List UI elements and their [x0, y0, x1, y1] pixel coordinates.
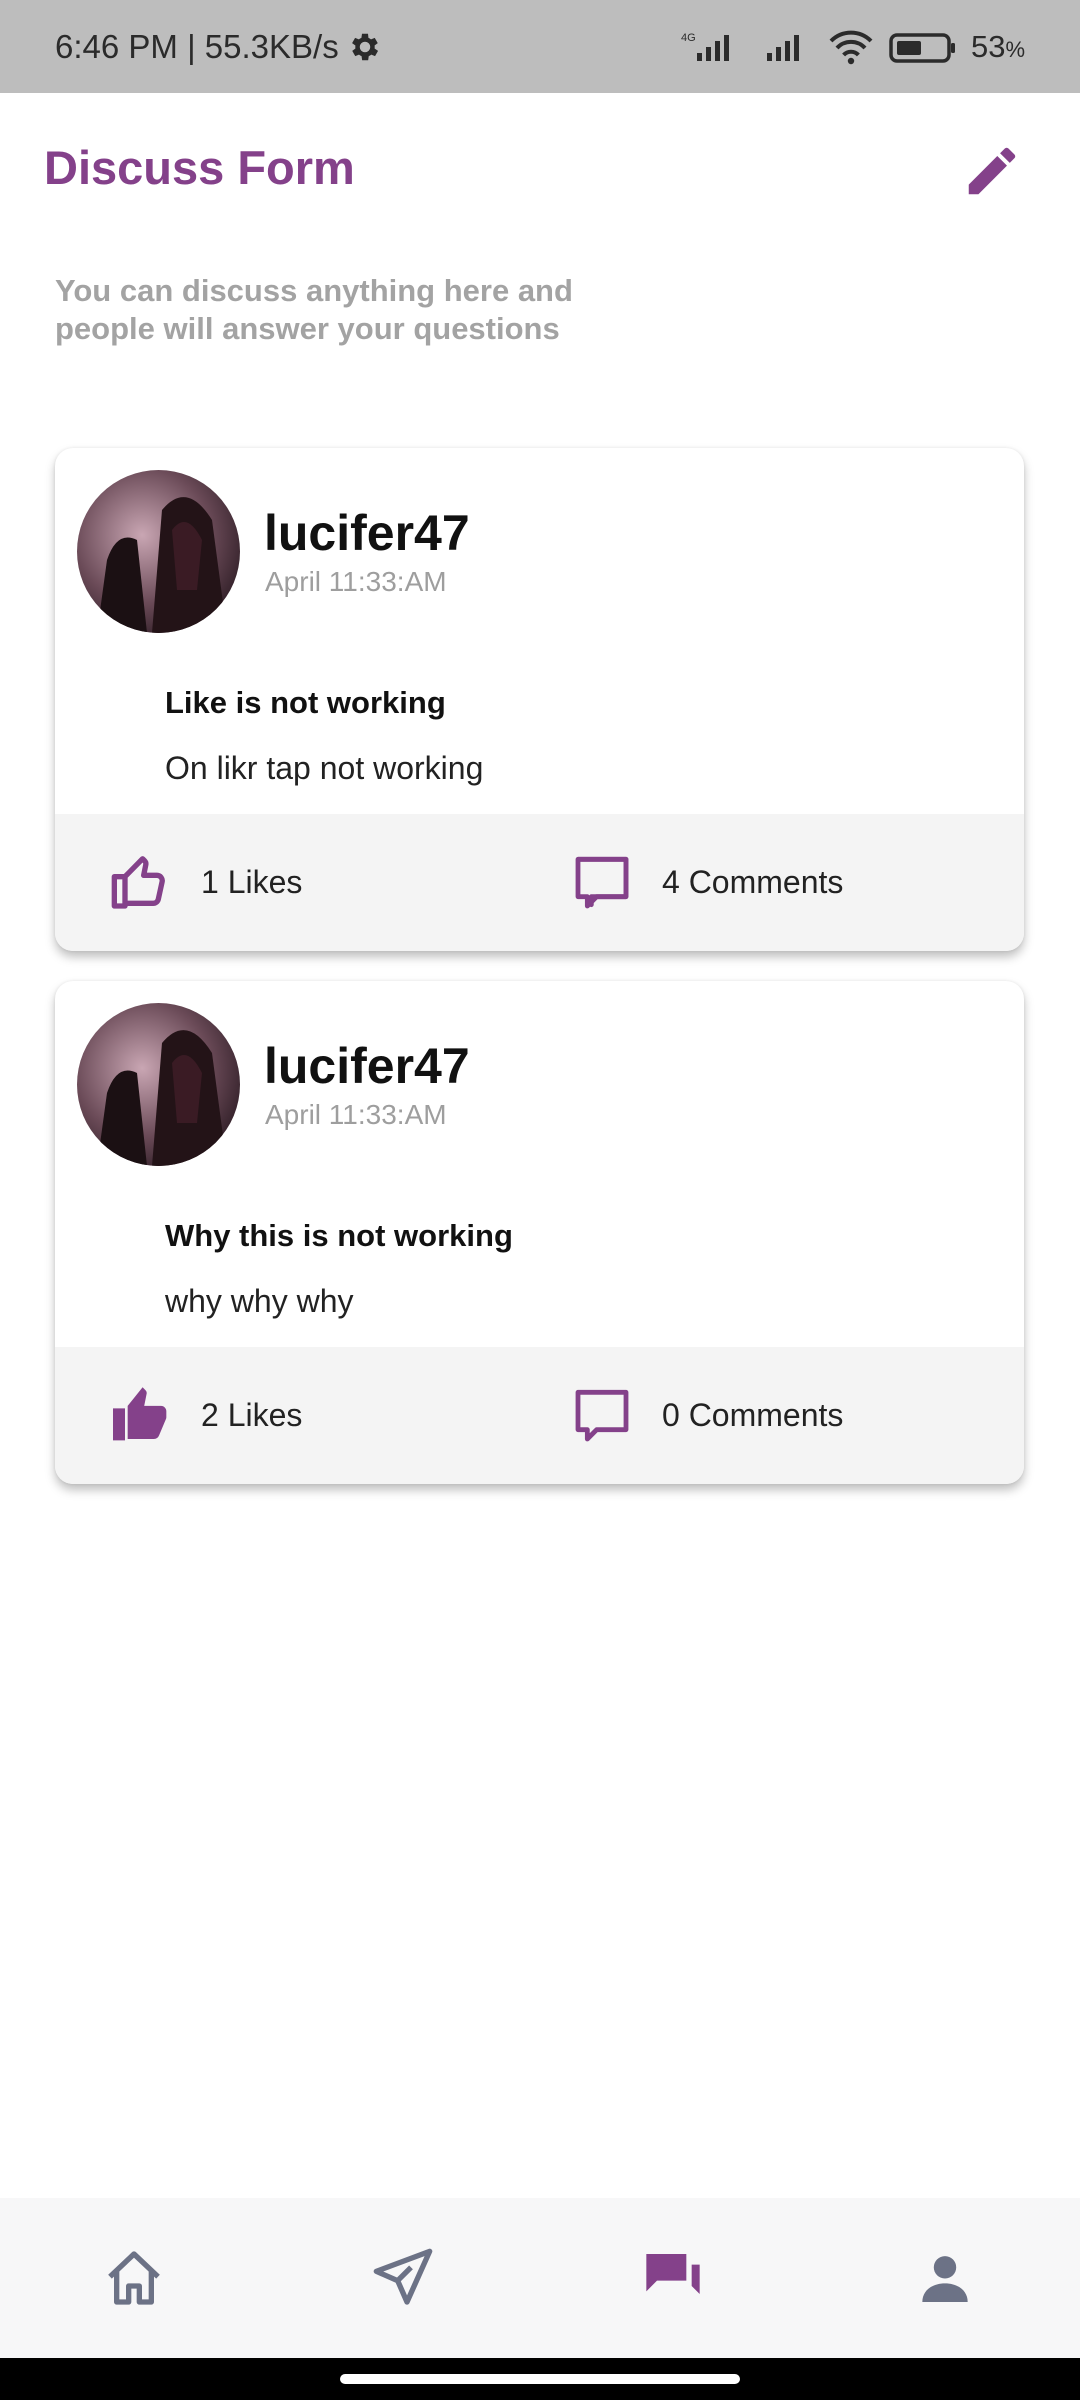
likes-count: 2 Likes: [201, 1396, 303, 1433]
status-left: 6:46 PM | 55.3KB/s: [55, 28, 383, 66]
post-title: Like is not working: [165, 685, 446, 720]
page-subtitle: You can discuss anything here and people…: [55, 273, 573, 346]
thumb-up-outline-icon: [111, 856, 165, 909]
gesture-area: [0, 2358, 1080, 2400]
home-icon[interactable]: [102, 2246, 166, 2310]
post-footer: 1 Likes 4 Comments: [55, 814, 1024, 951]
battery-icon: [889, 32, 955, 63]
signal-icon: 4G: [681, 32, 729, 61]
comment-button[interactable]: 0 Comments: [570, 1383, 843, 1447]
comment-icon: [575, 856, 629, 909]
comments-count: 0 Comments: [662, 1396, 844, 1433]
post-username: lucifer47: [264, 1038, 470, 1094]
status-bar: 6:46 PM | 55.3KB/s 4G 53%: [0, 0, 1080, 93]
forum-icon[interactable]: [641, 2246, 705, 2310]
comment-icon: [575, 1389, 629, 1442]
comments-count: 4 Comments: [662, 863, 844, 900]
post-card[interactable]: lucifer47 April 11:33:AM Why this is not…: [55, 981, 1024, 1484]
gear-icon: [351, 33, 378, 60]
post-body: On likr tap not working: [165, 750, 484, 786]
signal-2-icon: [766, 34, 799, 61]
post-username: lucifer47: [264, 505, 470, 561]
battery-unit: %: [1005, 36, 1025, 62]
person-icon[interactable]: [913, 2246, 977, 2310]
like-button[interactable]: 1 Likes: [109, 850, 302, 914]
post-body: why why why: [165, 1283, 354, 1319]
avatar[interactable]: [77, 470, 240, 633]
battery-percent: 53%: [971, 29, 1025, 65]
avatar[interactable]: [77, 1003, 240, 1166]
bottom-nav: [0, 2198, 1080, 2358]
post-timestamp: April 11:33:AM: [265, 1099, 447, 1130]
pencil-icon[interactable]: [961, 140, 1023, 202]
likes-count: 1 Likes: [201, 863, 303, 900]
wifi-icon: [829, 30, 873, 64]
post-card[interactable]: lucifer47 April 11:33:AM Like is not wor…: [55, 448, 1024, 951]
like-button[interactable]: 2 Likes: [109, 1383, 302, 1447]
page-title: Discuss Form: [44, 141, 355, 194]
comment-button[interactable]: 4 Comments: [570, 850, 843, 914]
post-timestamp: April 11:33:AM: [265, 566, 447, 597]
gesture-handle[interactable]: [340, 2374, 740, 2384]
post-footer: 2 Likes 0 Comments: [55, 1347, 1024, 1484]
thumb-up-filled-icon: [113, 1387, 167, 1441]
send-icon[interactable]: [371, 2246, 435, 2310]
post-title: Why this is not working: [165, 1218, 513, 1253]
battery-value: 53: [970, 28, 1006, 64]
network-type: 4G: [681, 32, 696, 44]
status-time-speed: 6:46 PM | 55.3KB/s: [55, 27, 339, 65]
status-right: 4G 53%: [679, 29, 1025, 65]
